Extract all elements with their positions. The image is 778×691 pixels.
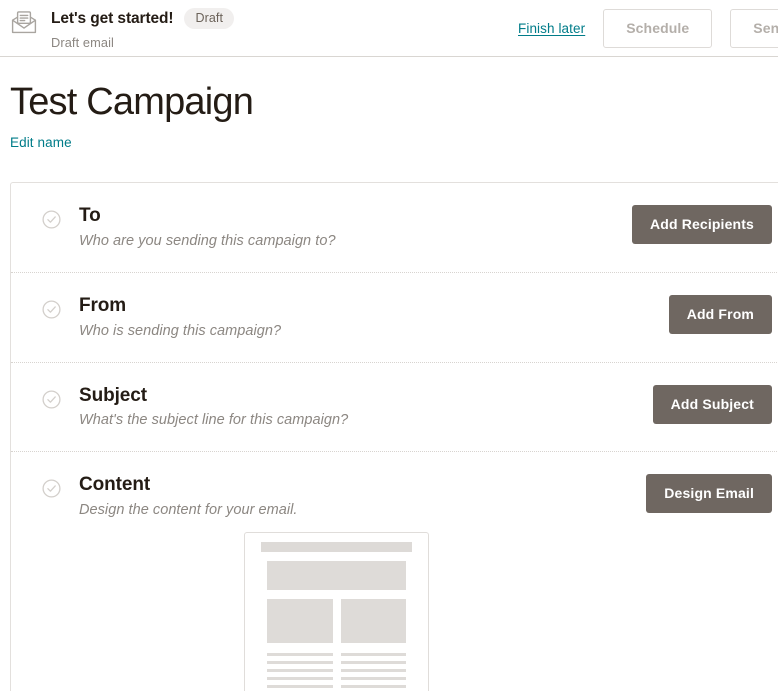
checklist-row-to: To Who are you sending this campaign to?…	[11, 183, 778, 272]
checklist-row-from: From Who is sending this campaign? Add F…	[11, 271, 778, 362]
template-hero-block	[267, 561, 406, 591]
email-template-page	[254, 542, 419, 691]
template-text-column	[340, 653, 406, 691]
check-circle-icon	[42, 210, 61, 229]
check-circle-icon	[42, 300, 61, 319]
open-envelope-icon	[10, 9, 38, 37]
checklist-row-content: Content Design the content for your emai…	[11, 451, 778, 691]
page-header: Test Campaign Edit name	[0, 57, 778, 152]
page-title: Test Campaign	[10, 81, 254, 123]
template-text-column	[267, 653, 333, 691]
check-circle-icon	[42, 479, 61, 498]
design-email-button[interactable]: Design Email	[646, 474, 772, 514]
campaign-subtitle: Draft email	[51, 35, 114, 51]
top-bar-actions: Finish later Schedule Send	[518, 0, 778, 57]
campaign-checklist-card: To Who are you sending this campaign to?…	[10, 181, 778, 691]
finish-later-link[interactable]: Finish later	[518, 21, 585, 36]
check-circle-icon	[42, 390, 61, 409]
top-bar: Let's get started! Draft Draft email Fin…	[0, 0, 778, 57]
edit-name-link[interactable]: Edit name	[10, 135, 72, 150]
campaign-title-block: Let's get started! Draft Draft email	[51, 6, 235, 51]
template-image-columns	[267, 599, 406, 644]
status-badge: Draft	[184, 7, 235, 30]
add-from-button[interactable]: Add From	[668, 294, 772, 334]
add-subject-button[interactable]: Add Subject	[652, 384, 772, 424]
checklist-row-subject: Subject What's the subject line for this…	[11, 361, 778, 452]
send-button[interactable]: Send	[730, 9, 778, 48]
template-image-block	[267, 599, 333, 644]
campaign-identity: Let's get started! Draft Draft email	[10, 6, 235, 51]
template-text-columns	[267, 653, 406, 691]
template-image-block	[340, 599, 406, 644]
template-header-bar	[261, 542, 412, 553]
campaign-name: Let's get started!	[51, 9, 174, 27]
schedule-button[interactable]: Schedule	[603, 9, 713, 48]
add-recipients-button[interactable]: Add Recipients	[631, 204, 772, 244]
email-template-preview[interactable]	[244, 532, 429, 691]
